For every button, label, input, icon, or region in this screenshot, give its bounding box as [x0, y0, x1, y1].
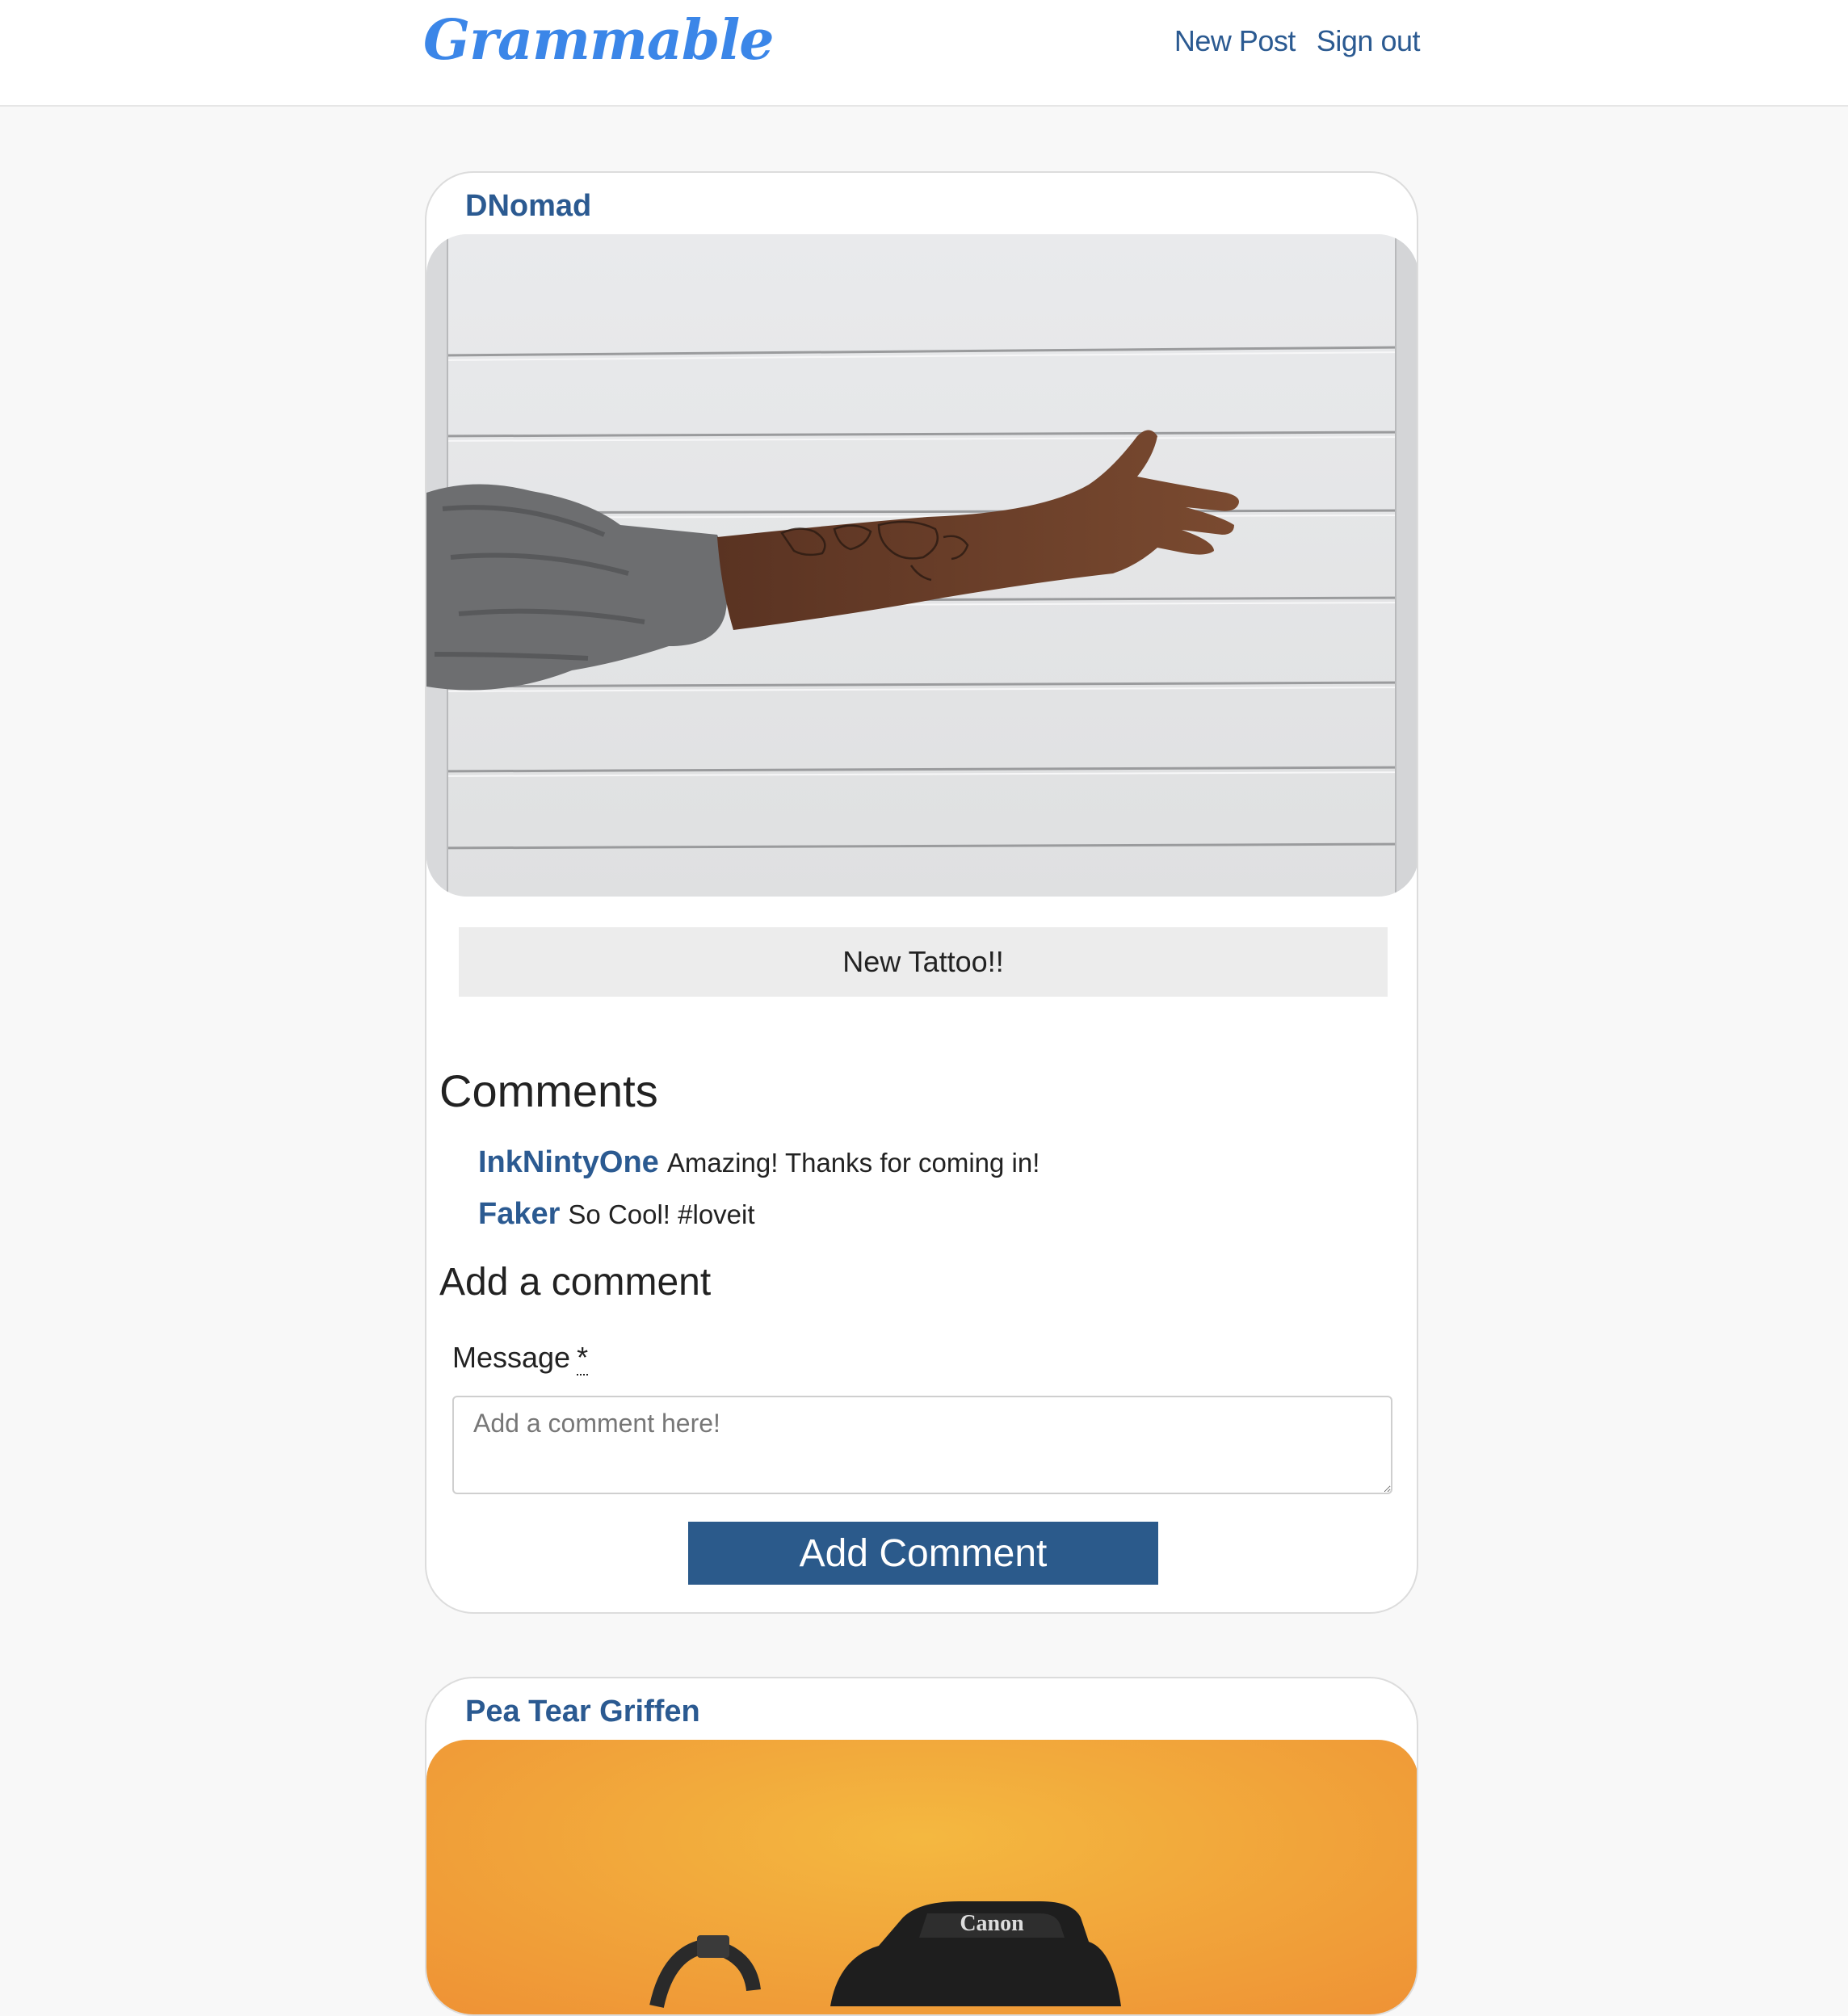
post-author[interactable]: Pea Tear Griffen — [465, 1695, 700, 1729]
comment-author[interactable]: InkNintyOne — [478, 1145, 659, 1179]
comment: Faker So Cool! #loveit — [478, 1197, 755, 1232]
post-card: DNomad New Tattoo!! Comments InkNintyOne… — [425, 171, 1418, 1614]
message-label-text: Message — [452, 1341, 571, 1374]
camera-brand-text: Canon — [960, 1911, 1024, 1936]
comment-message: Amazing! Thanks for coming in! — [666, 1148, 1040, 1178]
new-post-link[interactable]: New Post — [1174, 24, 1296, 58]
comment: InkNintyOne Amazing! Thanks for coming in… — [478, 1145, 1040, 1180]
required-marker: * — [577, 1341, 589, 1376]
post-caption: New Tattoo!! — [459, 927, 1388, 997]
post-image: Canon — [426, 1740, 1417, 2014]
comment-message-input[interactable] — [452, 1396, 1392, 1494]
comment-author[interactable]: Faker — [478, 1197, 560, 1231]
sign-out-link[interactable]: Sign out — [1317, 24, 1421, 58]
post-image — [426, 234, 1417, 897]
post-card: Pea Tear Griffen Canon — [425, 1677, 1418, 2016]
nav-links: New Post Sign out — [1174, 24, 1421, 58]
navbar: Grammable New Post Sign out — [0, 0, 1848, 107]
add-comment-button[interactable]: Add Comment — [688, 1522, 1158, 1585]
message-label: Message * — [452, 1341, 589, 1376]
brand-logo[interactable]: Grammable — [423, 8, 775, 73]
add-comment-heading: Add a comment — [439, 1261, 712, 1304]
post-author[interactable]: DNomad — [465, 189, 591, 224]
comments-heading: Comments — [439, 1065, 658, 1116]
comment-message: So Cool! #loveit — [568, 1199, 755, 1229]
